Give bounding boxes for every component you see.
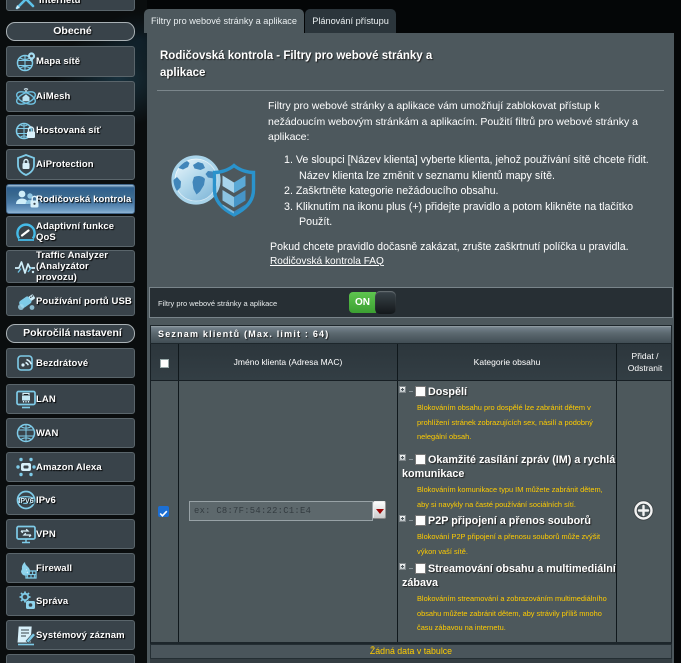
svg-text:IPV6: IPV6	[18, 498, 33, 505]
